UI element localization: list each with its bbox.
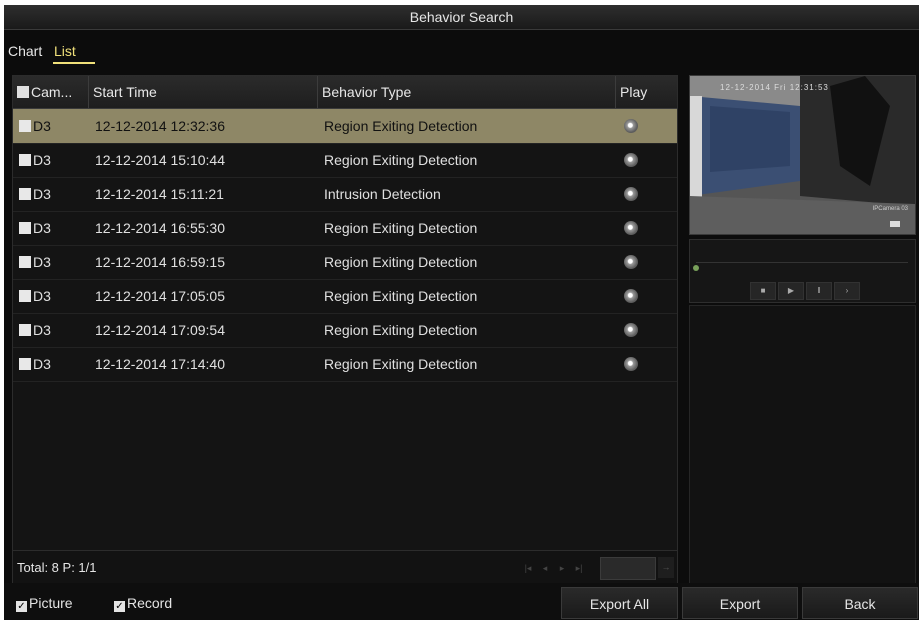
row-start-time: 12-12-2014 17:14:40 [95, 356, 225, 372]
row-start-time: 12-12-2014 15:10:44 [95, 152, 225, 168]
checkbox-checked-icon: ✓ [16, 601, 27, 612]
table-row[interactable]: D3 12-12-2014 17:14:40 Region Exiting Dete… [13, 347, 677, 382]
table-row[interactable]: D3 12-12-2014 17:05:05 Region Exiting Dete… [13, 279, 677, 314]
preview-timestamp: 12-12-2014 Fri 12:31:53 [720, 83, 829, 92]
play-icon[interactable]: ▶ [778, 282, 804, 300]
row-camera: D3 [19, 347, 51, 381]
pagination-bar: Total: 8 P: 1/1 |◂ ◂ ▸ ▸| → [13, 550, 677, 584]
bottom-bar: ✓ Picture ✓ Record Export All Export Back [4, 583, 919, 620]
total-count: Total: 8 P: 1/1 [17, 560, 97, 575]
table-row[interactable]: D3 12-12-2014 17:09:54 Region Exiting Dete… [13, 313, 677, 348]
row-behavior-type: Region Exiting Detection [324, 118, 478, 134]
row-camera: D3 [19, 245, 51, 279]
stop-icon[interactable]: ■ [750, 282, 776, 300]
row-checkbox[interactable] [19, 290, 31, 302]
play-icon[interactable] [624, 255, 638, 269]
table-row[interactable]: D3 12-12-2014 16:59:15 Region Exiting Dete… [13, 245, 677, 280]
row-behavior-type: Intrusion Detection [324, 186, 441, 202]
progress-indicator[interactable] [693, 265, 699, 271]
prev-page-icon[interactable]: ◂ [539, 564, 551, 573]
row-camera: D3 [19, 211, 51, 245]
row-behavior-type: Region Exiting Detection [324, 152, 478, 168]
row-behavior-type: Region Exiting Detection [324, 220, 478, 236]
export-all-button[interactable]: Export All [561, 587, 678, 619]
details-panel [689, 305, 916, 584]
window-title: Behavior Search [4, 5, 919, 30]
table-row[interactable]: D3 12-12-2014 15:11:21 Intrusion Detection [13, 177, 677, 212]
play-icon[interactable] [624, 289, 638, 303]
pause-icon[interactable]: ‖ [806, 282, 832, 300]
row-start-time: 12-12-2014 12:32:36 [95, 118, 225, 134]
table-row[interactable]: D3 12-12-2014 15:10:44 Region Exiting Dete… [13, 143, 677, 178]
play-icon[interactable] [624, 221, 638, 235]
behavior-search-window: Behavior Search Chart List Cam... Start … [4, 5, 919, 620]
row-start-time: 12-12-2014 17:05:05 [95, 288, 225, 304]
row-start-time: 12-12-2014 15:11:21 [95, 186, 224, 202]
table-row[interactable]: D3 12-12-2014 16:55:30 Region Exiting Dete… [13, 211, 677, 246]
preview-camera-label: IPCamera 03 [872, 206, 908, 212]
play-icon[interactable] [624, 153, 638, 167]
play-icon[interactable] [624, 187, 638, 201]
row-checkbox[interactable] [19, 154, 31, 166]
table-header: Cam... Start Time Behavior Type Play [13, 76, 677, 109]
page-number-input[interactable] [600, 557, 656, 580]
row-behavior-type: Region Exiting Detection [324, 254, 478, 270]
row-start-time: 12-12-2014 16:59:15 [95, 254, 225, 270]
play-icon[interactable] [624, 357, 638, 371]
row-checkbox[interactable] [19, 324, 31, 336]
row-behavior-type: Region Exiting Detection [324, 356, 478, 372]
next-page-icon[interactable]: ▸ [556, 564, 568, 573]
row-start-time: 12-12-2014 16:55:30 [95, 220, 225, 236]
export-button[interactable]: Export [682, 587, 798, 619]
row-behavior-type: Region Exiting Detection [324, 322, 478, 338]
active-tab-indicator [53, 62, 95, 64]
row-checkbox[interactable] [19, 256, 31, 268]
row-camera: D3 [19, 177, 51, 211]
column-start-time[interactable]: Start Time [89, 76, 318, 108]
row-camera: D3 [19, 143, 51, 177]
row-checkbox[interactable] [19, 120, 31, 132]
row-checkbox[interactable] [19, 358, 31, 370]
row-start-time: 12-12-2014 17:09:54 [95, 322, 225, 338]
play-icon[interactable] [624, 119, 638, 133]
play-icon[interactable] [624, 323, 638, 337]
column-play[interactable]: Play [616, 76, 677, 108]
row-checkbox[interactable] [19, 188, 31, 200]
last-page-icon[interactable]: ▸| [573, 564, 585, 573]
back-button[interactable]: Back [802, 587, 918, 619]
next-icon[interactable]: › [834, 282, 860, 300]
row-behavior-type: Region Exiting Detection [324, 288, 478, 304]
go-page-button[interactable]: → [658, 557, 674, 578]
progress-track[interactable] [696, 262, 908, 263]
table-row[interactable]: D3 12-12-2014 12:32:36 Region Exiting Dete… [13, 109, 677, 144]
row-checkbox[interactable] [19, 222, 31, 234]
results-table: Cam... Start Time Behavior Type Play D3 1… [12, 75, 678, 584]
picture-checkbox[interactable]: ✓ Picture [16, 595, 73, 612]
tab-chart[interactable]: Chart [8, 43, 42, 59]
playback-controls: ■ ▶ ‖ › [689, 239, 916, 303]
row-camera: D3 [19, 109, 51, 143]
column-camera[interactable]: Cam... [13, 76, 89, 108]
row-camera: D3 [19, 279, 51, 313]
select-all-checkbox[interactable] [17, 86, 29, 98]
row-camera: D3 [19, 313, 51, 347]
record-checkbox[interactable]: ✓ Record [114, 595, 172, 612]
first-page-icon[interactable]: |◂ [522, 564, 534, 573]
column-behavior-type[interactable]: Behavior Type [318, 76, 616, 108]
video-preview: 12-12-2014 Fri 12:31:53 IPCamera 03 [689, 75, 916, 235]
checkbox-checked-icon: ✓ [114, 601, 125, 612]
tab-list[interactable]: List [54, 43, 76, 59]
